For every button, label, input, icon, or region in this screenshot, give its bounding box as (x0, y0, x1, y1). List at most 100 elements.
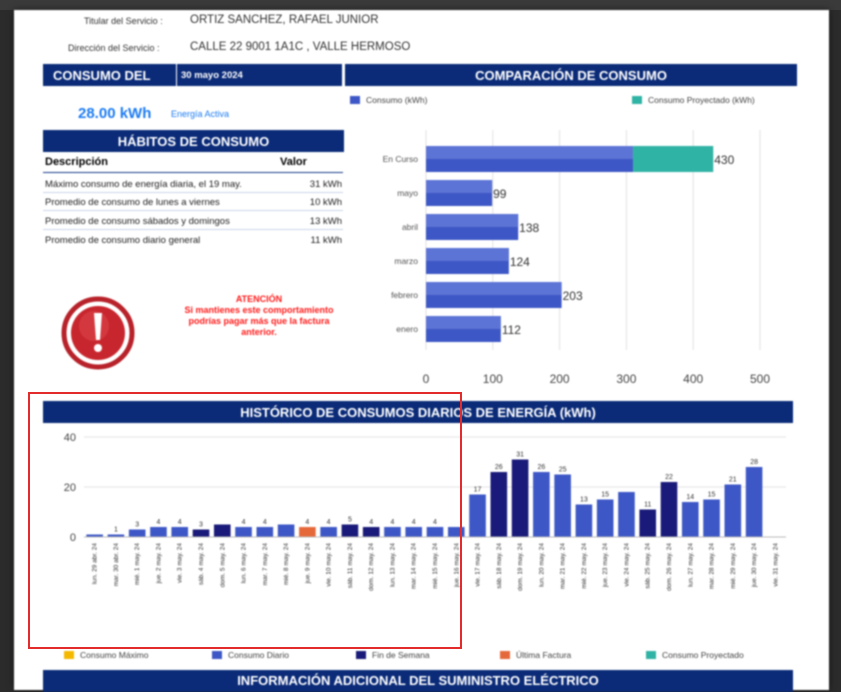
data-label: 4 (242, 519, 246, 526)
direccion-label: Dirección del Servicio : (68, 43, 160, 53)
data-label: 4 (157, 519, 161, 526)
category-label: En Curso (383, 154, 419, 164)
bar-consumo-highlight (426, 316, 501, 329)
data-label: 15 (601, 492, 609, 499)
legend-weekend: Fin de Semana (356, 650, 430, 660)
x-tick-label: dom. 12 may. 24 (368, 543, 375, 591)
habitos-header: HÁBITOS DE CONSUMO (43, 130, 344, 152)
data-label: 14 (686, 494, 694, 501)
x-tick-label: sáb. 11 may. 24 (347, 543, 354, 589)
x-tick-label: mar. 14 may. 24 (411, 543, 418, 590)
x-tick-label: mar. 21 may. 24 (560, 543, 567, 590)
daily-chart-svg: 0 20 40 lun. 29 abr. 24 1 mar. 30 abr. 24 3 mié… (64, 432, 786, 591)
daily-bar (128, 529, 146, 537)
data-label: 13 (580, 497, 588, 504)
category-label: mayo (397, 188, 418, 198)
x-tick-label: lun. 27 may. 24 (687, 543, 694, 587)
consumo-title: CONSUMO DEL (53, 67, 151, 83)
x-tick-label: 100 (483, 372, 503, 386)
data-label: 1 (114, 527, 118, 534)
daily-bar (384, 527, 401, 537)
x-tick-label: mié. 1 may. 24 (134, 543, 141, 586)
y-tick-label: 40 (64, 432, 76, 444)
x-tick-label: dom. 26 may. 24 (666, 543, 673, 591)
comparacion-header: COMPARACIÓN DE CONSUMO (345, 64, 797, 86)
x-tick-label: lun. 13 may. 24 (389, 543, 396, 587)
info-title: INFORMACIÓN ADICIONAL DEL SUMINISTRO ELÉ… (237, 673, 599, 688)
legend-proyectado: Consumo Proyectado (646, 650, 744, 660)
habitos-row-line (43, 229, 343, 230)
daily-bar (660, 482, 678, 537)
data-label: 11 (644, 502, 651, 509)
x-tick-label: jue. 16 may. 24 (453, 543, 460, 588)
x-tick-label: vie. 24 may. 24 (623, 543, 630, 587)
daily-bar (213, 524, 231, 537)
bar-consumo-highlight (426, 214, 519, 227)
habitos-row-valor: 13 kWh (309, 216, 342, 227)
consumo-kwh: 28.00 kWh (78, 105, 152, 122)
data-label: 17 (474, 487, 482, 494)
daily-bar (490, 472, 508, 537)
habitos-row-desc: Promedio de consumo diario general (45, 235, 201, 246)
daily-bar (362, 527, 380, 537)
habitos-divider (43, 172, 343, 173)
x-tick-label: dom. 19 may. 24 (517, 543, 524, 591)
daily-bar (277, 524, 295, 537)
legend-consumo-label: Consumo (kWh) (366, 95, 428, 105)
y-tick-label: 0 (70, 532, 76, 544)
bar-consumo-highlight (426, 146, 634, 159)
data-label: 21 (729, 477, 737, 484)
daily-bar (256, 527, 274, 537)
x-tick-label: 200 (550, 372, 570, 386)
legend-swatch-proyectado-top (632, 96, 642, 104)
legend-swatch-consumo (350, 96, 360, 104)
data-label: 3 (199, 522, 203, 529)
daily-bar (192, 529, 210, 537)
habitos-row-desc: Promedio de consumo de lunes a viernes (45, 197, 220, 208)
data-label: 22 (665, 474, 673, 481)
x-tick-label: sáb. 18 may. 24 (496, 543, 503, 589)
x-tick-label: vie. 10 may. 24 (326, 543, 333, 587)
daily-bar (618, 492, 635, 537)
comparison-chart-svg: 0 100 200 300 400 500 En Curso 430 mayo 99 abril 13… (383, 130, 770, 386)
x-tick-label: 0 (423, 372, 430, 386)
x-tick-label: mié. 8 may. 24 (283, 543, 290, 586)
x-tick-label: dom. 5 may. 24 (219, 543, 226, 588)
legend-label: Fin de Semana (372, 650, 430, 660)
habitos-row-line (43, 192, 343, 193)
daily-bar (447, 527, 465, 537)
data-label: 5 (348, 517, 352, 524)
direccion-value: CALLE 22 9001 1A1C , VALLE HERMOSO (190, 41, 411, 53)
bar-consumo-highlight (426, 282, 562, 295)
category-label: enero (396, 324, 418, 334)
legend-proyectado-top: Consumo Proyectado (kWh) (632, 95, 755, 105)
legend-maximo: Consumo Máximo (64, 650, 149, 660)
comparison-chart: 0 100 200 300 400 500 En Curso 430 mayo 99 abril 13… (348, 110, 788, 392)
habitos-row-desc: Máximo consumo de energía diaria, el 19 … (45, 179, 242, 190)
historico-title: HISTÓRICO DE CONSUMOS DIARIOS DE ENERGÍA… (240, 404, 596, 420)
daily-bar (745, 467, 763, 537)
data-label: 4 (305, 519, 309, 526)
x-tick-label: vie. 17 may. 24 (475, 543, 482, 587)
habitos-row-valor: 10 kWh (309, 197, 342, 208)
x-tick-label: mié. 22 may. 24 (581, 543, 588, 589)
daily-bar (511, 459, 529, 537)
category-label: abril (402, 222, 418, 232)
habitos-row-desc: Promedio de consumo sábados y domingos (45, 216, 230, 227)
legend-consumo: Consumo (kWh) (350, 95, 427, 105)
warning-text: Si mantienes este comportamiento podrías… (184, 305, 334, 337)
x-tick-label: sáb. 25 may. 24 (645, 543, 652, 589)
info-header: INFORMACIÓN ADICIONAL DEL SUMINISTRO ELÉ… (43, 670, 793, 692)
data-label: 203 (563, 289, 583, 303)
data-label: 28 (750, 459, 758, 466)
legend-label: Última Factura (516, 650, 572, 660)
x-tick-label: 400 (683, 372, 703, 386)
data-label: 4 (178, 519, 182, 526)
legend-swatch-maximo (64, 651, 74, 659)
legend-swatch-ultima (500, 651, 510, 659)
daily-bar (639, 509, 657, 537)
daily-bar (150, 527, 167, 537)
comparacion-title: COMPARACIÓN DE CONSUMO (475, 67, 667, 83)
category-label: marzo (394, 256, 418, 266)
legend-ultima: Última Factura (500, 650, 571, 660)
